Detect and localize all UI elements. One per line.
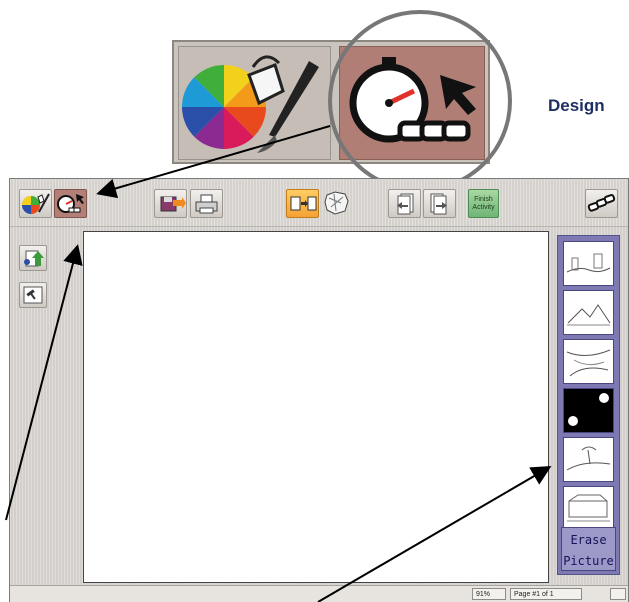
arrow-to-design-button: [96, 125, 331, 199]
arrow-to-left-tools: [5, 244, 83, 521]
arrow-to-gallery: [317, 465, 552, 602]
annotation-arrows: [5, 125, 552, 602]
